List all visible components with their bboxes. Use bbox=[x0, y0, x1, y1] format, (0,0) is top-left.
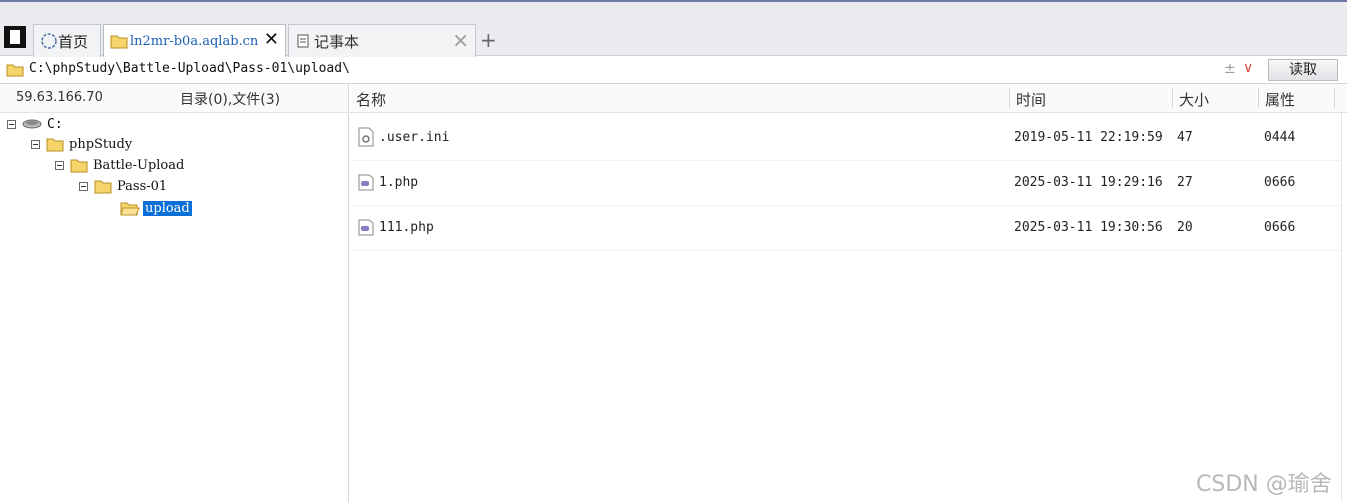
address-bar: C:\phpStudy\Battle-Upload\Pass-01\upload… bbox=[0, 57, 1347, 84]
file-size: 20 bbox=[1177, 220, 1193, 235]
file-time: 2025-03-11 19:29:16 bbox=[1014, 175, 1163, 190]
file-size: 47 bbox=[1177, 130, 1193, 145]
folder-icon bbox=[46, 138, 64, 151]
file-name: .user.ini bbox=[379, 130, 450, 145]
file-row[interactable]: 111.php 2025-03-11 19:30:56 20 0666 bbox=[350, 205, 1341, 251]
file-attr: 0444 bbox=[1264, 130, 1296, 145]
file-size: 27 bbox=[1177, 175, 1193, 190]
php-file-icon bbox=[358, 219, 374, 236]
folder-icon bbox=[6, 64, 24, 77]
globe-icon bbox=[41, 33, 57, 49]
tab-notepad-label: 记事本 bbox=[314, 32, 360, 51]
drive-icon bbox=[22, 119, 42, 129]
php-file-icon bbox=[358, 174, 374, 191]
tab-remote-files[interactable]: ln2mr-b0a.aqlab.cn ✕ bbox=[103, 24, 286, 57]
column-divider[interactable] bbox=[1009, 88, 1010, 108]
file-time: 2025-03-11 19:30:56 bbox=[1014, 220, 1163, 235]
ip-address: 59.63.166.70 bbox=[16, 90, 103, 105]
folder-open-icon bbox=[120, 202, 140, 215]
path-input[interactable]: C:\phpStudy\Battle-Upload\Pass-01\upload… bbox=[29, 61, 350, 76]
column-divider[interactable] bbox=[1258, 88, 1259, 108]
read-button[interactable]: 读取 bbox=[1268, 59, 1338, 81]
column-header-size[interactable]: 大小 bbox=[1179, 89, 1209, 110]
collapse-toggle-icon[interactable] bbox=[55, 160, 64, 170]
app-logo-icon[interactable] bbox=[4, 26, 26, 48]
file-list-header: 名称 时间 大小 属性 bbox=[350, 84, 1347, 113]
directory-tree: C: phpStudy Battle-Upload Pass-01 upload bbox=[0, 113, 349, 502]
close-tab-icon[interactable]: ✕ bbox=[264, 31, 279, 49]
file-name: 111.php bbox=[379, 220, 434, 235]
plus-minus-icon[interactable]: ± bbox=[1224, 61, 1236, 77]
tree-node-upload[interactable]: upload bbox=[120, 198, 192, 218]
tab-remote-label: ln2mr-b0a.aqlab.cn bbox=[130, 33, 259, 49]
tab-home[interactable]: 首页 bbox=[33, 24, 101, 57]
collapse-toggle-icon[interactable] bbox=[7, 119, 16, 129]
tree-node-pass-01[interactable]: Pass-01 bbox=[79, 176, 167, 196]
file-time: 2019-05-11 22:19:59 bbox=[1014, 130, 1163, 145]
column-header-attr[interactable]: 属性 bbox=[1265, 89, 1295, 110]
chevron-down-icon[interactable]: ∨ bbox=[1243, 60, 1253, 76]
add-tab-button[interactable]: + bbox=[480, 28, 497, 52]
tab-home-label: 首页 bbox=[58, 32, 89, 51]
tree-label: Battle-Upload bbox=[93, 157, 185, 173]
tree-label: Pass-01 bbox=[117, 178, 168, 194]
config-file-icon bbox=[358, 127, 374, 147]
file-name: 1.php bbox=[379, 175, 419, 190]
tab-notepad[interactable]: 记事本 × bbox=[288, 24, 476, 57]
file-row[interactable]: 1.php 2025-03-11 19:29:16 27 0666 bbox=[350, 160, 1341, 206]
close-tab-icon[interactable]: × bbox=[452, 30, 469, 50]
watermark: CSDN @瑜舍 bbox=[1196, 472, 1332, 497]
column-header-time[interactable]: 时间 bbox=[1016, 89, 1046, 110]
tree-node-phpstudy[interactable]: phpStudy bbox=[31, 134, 132, 154]
tab-bar: 首页 ln2mr-b0a.aqlab.cn ✕ 记事本 × + bbox=[0, 0, 1347, 57]
folder-icon bbox=[110, 35, 128, 49]
column-header-name[interactable]: 名称 bbox=[356, 89, 386, 110]
file-row[interactable]: .user.ini 2019-05-11 22:19:59 47 0444 bbox=[350, 115, 1341, 161]
folder-icon bbox=[94, 180, 112, 193]
column-divider[interactable] bbox=[1334, 88, 1335, 108]
tree-label-selected: upload bbox=[143, 200, 192, 216]
left-panel-header: 59.63.166.70 目录(0),文件(3) bbox=[0, 84, 349, 113]
file-list: .user.ini 2019-05-11 22:19:59 47 0444 1.… bbox=[350, 113, 1342, 502]
tree-label: phpStudy bbox=[69, 136, 133, 152]
notepad-icon bbox=[297, 34, 309, 48]
collapse-toggle-icon[interactable] bbox=[31, 139, 40, 149]
collapse-toggle-icon[interactable] bbox=[79, 181, 88, 191]
tree-node-battle-upload[interactable]: Battle-Upload bbox=[55, 155, 184, 175]
tree-label: C: bbox=[47, 116, 63, 132]
tree-node-c-drive[interactable]: C: bbox=[7, 114, 63, 134]
dir-file-count: 目录(0),文件(3) bbox=[180, 92, 281, 108]
file-attr: 0666 bbox=[1264, 220, 1296, 235]
folder-icon bbox=[70, 159, 88, 172]
file-attr: 0666 bbox=[1264, 175, 1296, 190]
column-divider[interactable] bbox=[1172, 88, 1173, 108]
